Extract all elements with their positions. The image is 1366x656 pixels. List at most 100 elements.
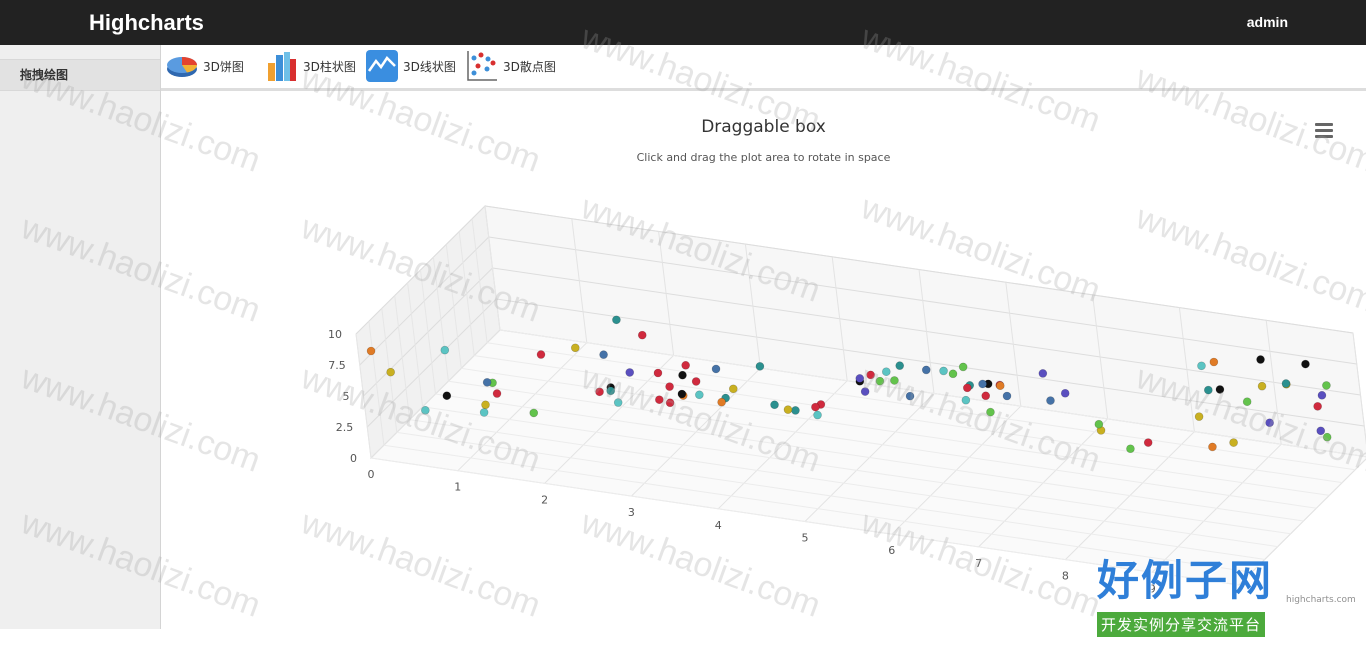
scatter-point[interactable] (440, 345, 450, 355)
y-tick-label: 10 (328, 328, 342, 341)
y-tick-label: 5 (343, 390, 350, 403)
scatter-point[interactable] (1094, 419, 1104, 429)
scatter-point[interactable] (1242, 397, 1252, 407)
scatter-point[interactable] (625, 368, 635, 377)
x-tick-label: 4 (715, 519, 722, 532)
scatter-point[interactable] (1204, 385, 1213, 395)
scatter-point[interactable] (479, 408, 489, 417)
scatter-point[interactable] (811, 402, 820, 412)
scatter-chart-icon (467, 51, 497, 81)
scatter-chart-button[interactable]: 3D散点图 (465, 49, 556, 83)
scatter-point[interactable] (890, 376, 899, 385)
scatter-point[interactable] (1194, 412, 1204, 421)
scatter-point[interactable] (1197, 361, 1206, 371)
scatter-point[interactable] (1322, 432, 1332, 442)
line-chart-button[interactable]: 3D线状图 (365, 49, 456, 83)
scatter-point[interactable] (1038, 369, 1048, 378)
scatter-point[interactable] (681, 360, 690, 370)
scatter-point[interactable] (1209, 357, 1219, 367)
scatter-point[interactable] (1002, 391, 1012, 401)
scatter-point[interactable] (1208, 442, 1217, 452)
scatter-point[interactable] (728, 384, 738, 394)
scatter-3d-plot[interactable]: 02.557.5100123456789 (161, 91, 1366, 629)
scatter-point[interactable] (1301, 359, 1310, 369)
pie-chart-label: 3D饼图 (203, 59, 244, 74)
scatter-point[interactable] (421, 405, 430, 415)
scatter-point[interactable] (1046, 396, 1055, 405)
scatter-point[interactable] (482, 378, 492, 387)
scatter-point[interactable] (637, 330, 647, 340)
user-menu[interactable]: admin (1247, 14, 1288, 30)
scatter-point[interactable] (536, 350, 546, 359)
scatter-point[interactable] (1256, 355, 1265, 364)
scatter-point[interactable] (599, 350, 608, 359)
scatter-point[interactable] (755, 362, 765, 371)
scatter-point[interactable] (1265, 418, 1274, 428)
scatter-point[interactable] (1060, 388, 1070, 398)
scatter-point[interactable] (386, 367, 395, 377)
scatter-point[interactable] (655, 395, 664, 405)
scatter-point[interactable] (770, 400, 779, 410)
scatter-point[interactable] (1143, 438, 1153, 447)
scatter-point[interactable] (442, 391, 452, 401)
scatter-point[interactable] (665, 398, 675, 408)
scatter-point[interactable] (875, 376, 885, 386)
scatter-point[interactable] (481, 400, 490, 410)
sidebar-item-drag-plot[interactable]: 拖拽绘图 (0, 59, 160, 91)
scatter-point[interactable] (366, 346, 376, 356)
scatter-point[interactable] (612, 315, 621, 325)
scatter-point[interactable] (613, 398, 623, 407)
scatter-point[interactable] (813, 410, 822, 420)
scatter-point[interactable] (995, 381, 1005, 391)
bar-chart-button[interactable]: 3D柱状图 (265, 49, 356, 83)
line-chart-icon (366, 50, 398, 82)
scatter-point[interactable] (981, 391, 991, 401)
scatter-point[interactable] (595, 387, 604, 397)
scatter-point[interactable] (691, 377, 701, 386)
bar-chart-icon (268, 52, 296, 81)
scatter-point[interactable] (895, 361, 905, 370)
scatter-point[interactable] (677, 389, 687, 399)
scatter-point[interactable] (978, 379, 987, 389)
scatter-point[interactable] (958, 362, 968, 372)
scatter-point[interactable] (961, 395, 971, 405)
scatter-point[interactable] (855, 374, 865, 383)
scatter-point[interactable] (1215, 385, 1225, 394)
scatter-point[interactable] (1316, 426, 1326, 436)
scatter-point[interactable] (1313, 402, 1322, 411)
scatter-point[interactable] (905, 391, 915, 401)
scatter-point[interactable] (1257, 381, 1267, 391)
scatter-point[interactable] (1317, 390, 1327, 400)
scatter-point[interactable] (948, 369, 958, 379)
scatter-point[interactable] (881, 367, 891, 377)
scatter-point[interactable] (606, 386, 616, 396)
scatter-point[interactable] (492, 389, 502, 398)
scatter-point[interactable] (1322, 381, 1331, 390)
chart-container[interactable]: 0 2.5 5 7.5 10 0 1 2 3 4 5 6 7 8 9 Draggable box Click… (161, 91, 1366, 629)
scatter-point[interactable] (678, 370, 687, 380)
scatter-point[interactable] (791, 406, 800, 415)
scatter-point[interactable] (695, 390, 704, 400)
scatter-point[interactable] (921, 365, 931, 375)
scatter-point[interactable] (860, 387, 870, 396)
scatter-point[interactable] (1229, 438, 1238, 447)
chart-type-toolbar: 3D饼图 3D柱状图 3D线状图 3D散点图 (161, 45, 1366, 91)
scatter-point[interactable] (783, 405, 793, 414)
scatter-point[interactable] (665, 382, 674, 391)
scatter-point[interactable] (529, 408, 539, 418)
scatter-point[interactable] (866, 370, 875, 380)
scatter-point[interactable] (939, 366, 948, 376)
scatter-point[interactable] (986, 407, 995, 417)
scatter-point[interactable] (962, 383, 972, 393)
scatter-point[interactable] (717, 397, 726, 407)
scatter-point[interactable] (711, 364, 721, 374)
sidebar: 拖拽绘图 (0, 45, 161, 629)
scatter-point[interactable] (570, 343, 580, 353)
pie-chart-button[interactable]: 3D饼图 (165, 49, 244, 83)
scatter-point[interactable] (653, 368, 663, 378)
scatter-point[interactable] (1281, 379, 1291, 388)
brand-title[interactable]: Highcharts (89, 10, 204, 36)
scatter-point[interactable] (1126, 444, 1135, 454)
bar-chart-label: 3D柱状图 (303, 59, 356, 74)
chart-context-menu-icon[interactable] (1315, 123, 1333, 139)
